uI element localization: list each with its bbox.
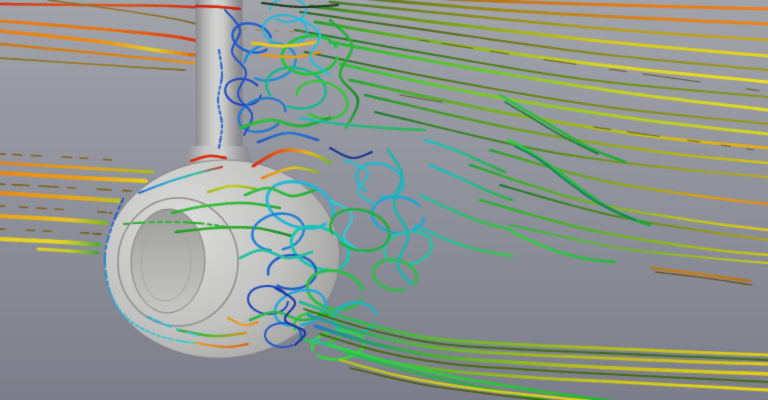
cfd-visualization <box>0 0 768 400</box>
cfd-viewport-canvas[interactable] <box>0 0 768 400</box>
